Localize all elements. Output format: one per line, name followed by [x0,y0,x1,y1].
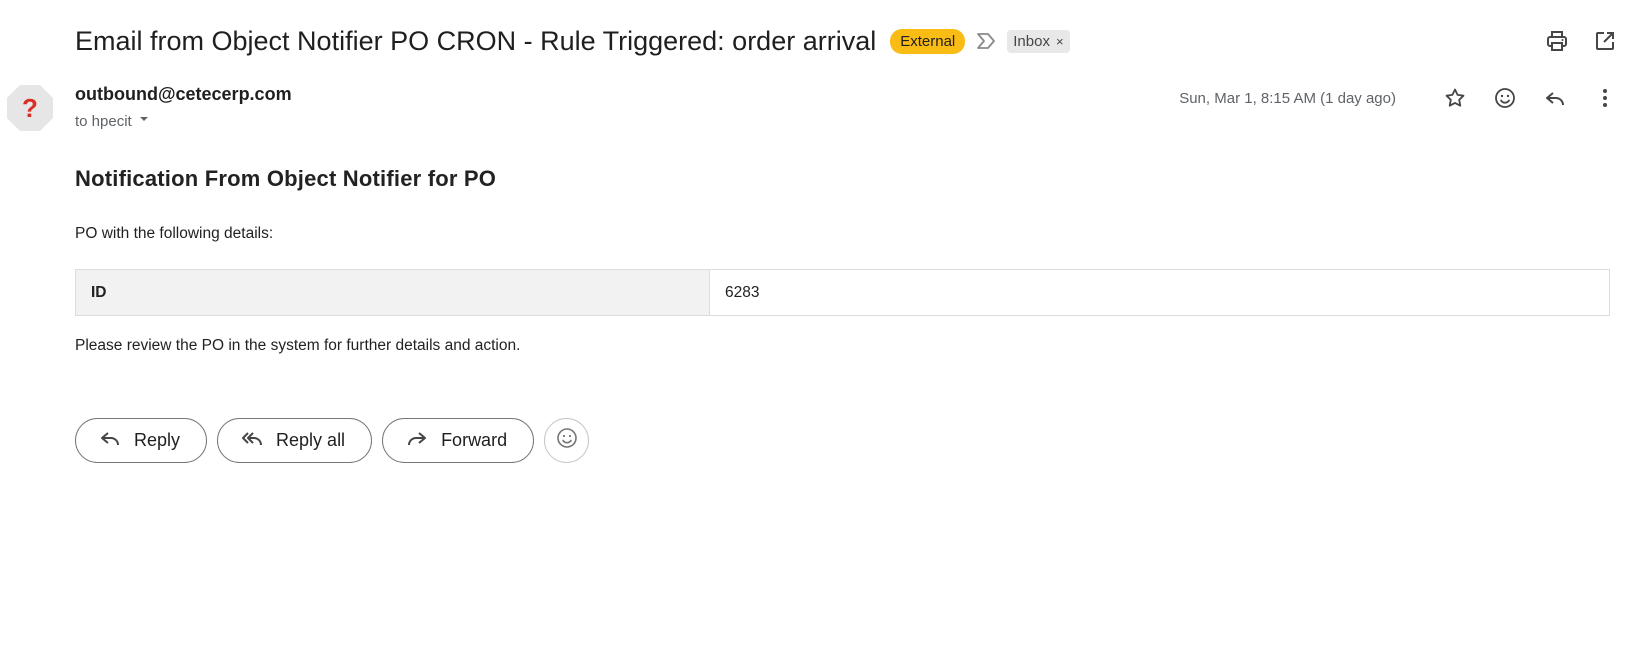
email-subject: Email from Object Notifier PO CRON - Rul… [75,25,877,56]
message-meta: Sun, Mar 1, 8:15 AM (1 day ago) [1179,84,1618,112]
recipient-label: to hpecit [75,112,132,130]
reply-all-icon [240,426,264,455]
top-actions [1544,28,1618,54]
print-icon[interactable] [1544,28,1570,54]
open-in-new-window-icon[interactable] [1592,28,1618,54]
table-value-cell: 6283 [709,269,1610,316]
reply-button[interactable]: Reply [75,418,208,463]
forward-icon [405,426,429,455]
emoji-icon [555,426,579,455]
emoji-reaction-button[interactable] [544,418,590,463]
email-view: Email from Object Notifier PO CRON - Rul… [0,0,1632,649]
star-icon[interactable] [1442,85,1468,111]
inbox-label[interactable]: Inbox × [1007,29,1070,53]
reply-icon[interactable] [1542,85,1568,111]
emoji-icon[interactable] [1492,85,1518,111]
body-intro: PO with the following details: [75,225,274,242]
table-key-cell: ID [75,269,710,316]
external-badge: External [890,28,966,54]
more-vert-icon[interactable] [1592,85,1618,111]
forward-label: Forward [441,430,508,450]
reply-all-label: Reply all [276,430,346,450]
subject-row: Email from Object Notifier PO CRON - Rul… [75,22,1070,60]
table-row: ID 6283 [75,269,1610,316]
reply-label: Reply [134,430,181,450]
chevron-down-icon[interactable] [136,111,152,131]
forward-button[interactable]: Forward [382,418,535,463]
sender-email[interactable]: outbound@cetecerp.com [75,84,292,105]
avatar-question-glyph: ? [22,93,38,123]
po-details-table: ID 6283 [75,269,1610,316]
body-outro: Please review the PO in the system for f… [75,337,521,354]
importance-marker-icon[interactable] [975,30,997,52]
remove-label-icon[interactable]: × [1056,34,1064,49]
reply-icon [98,426,122,455]
sender-avatar[interactable]: ? [6,84,54,132]
timestamp: Sun, Mar 1, 8:15 AM (1 day ago) [1179,89,1396,107]
reply-all-button[interactable]: Reply all [217,418,373,463]
sender-block: outbound@cetecerp.com to hpecit [75,84,292,131]
body-heading: Notification From Object Notifier for PO [75,166,497,191]
inbox-label-text: Inbox [1013,32,1050,50]
recipient-dropdown[interactable]: to hpecit [75,111,292,131]
email-body: Notification From Object Notifier for PO… [75,166,1610,355]
reply-actions: Reply Reply all Forward [75,418,590,463]
